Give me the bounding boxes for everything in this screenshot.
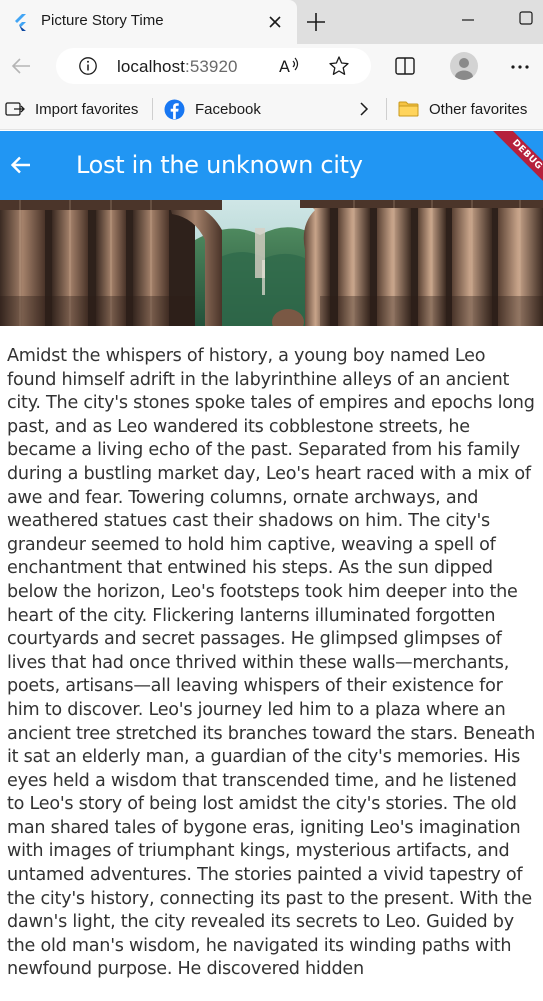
ancient-city-image [0,200,543,326]
add-favorite-star-icon[interactable] [328,55,350,77]
facebook-icon [164,99,185,119]
app-bar: Lost in the unknown city DEBUG [0,131,543,200]
browser-tab-active[interactable]: Picture Story Time [0,0,297,44]
profile-person-icon [455,58,473,80]
folder-icon [398,101,419,117]
other-favorites-label: Other favorites [429,100,528,118]
story-text: Amidst the whispers of history, a young … [7,346,536,980]
debug-banner: DEBUG [489,131,543,193]
tab-title: Picture Story Time [41,12,164,29]
site-info-icon[interactable] [78,56,98,76]
browser-back-icon[interactable] [9,54,33,78]
browser-toolbar: localhost:53920 A [0,44,543,88]
svg-text:A: A [279,57,290,76]
favorites-bar: Import favorites Facebook Other favorite… [0,88,543,130]
read-aloud-icon[interactable]: A [278,55,302,77]
url-text[interactable]: localhost:53920 [117,57,238,77]
browser-tab-strip: Picture Story Time [0,0,543,44]
flutter-icon [15,14,26,31]
new-tab-icon[interactable] [305,11,327,33]
import-favorites-icon [5,102,25,116]
more-options-icon[interactable] [510,64,530,70]
chevron-right-icon[interactable] [356,100,372,118]
page-title: Lost in the unknown city [76,151,363,179]
story-illustration [0,200,543,326]
back-arrow-icon[interactable] [9,153,33,177]
minimize-window-icon[interactable] [460,12,476,28]
url-port: :53920 [185,57,238,76]
import-favorites-link[interactable]: Import favorites [5,88,138,130]
facebook-label: Facebook [195,100,261,118]
favorites-divider [152,98,153,120]
address-bar[interactable]: localhost:53920 A [56,48,371,84]
close-tab-icon[interactable] [266,13,284,31]
import-favorites-label: Import favorites [35,100,139,118]
profile-avatar[interactable] [450,52,478,80]
split-screen-icon[interactable] [394,55,416,77]
favorites-divider [386,98,387,120]
favorite-facebook[interactable]: Facebook [164,88,261,130]
other-favorites-folder[interactable]: Other favorites [398,88,527,130]
url-host: localhost [117,57,185,76]
maximize-window-icon[interactable] [518,10,534,26]
